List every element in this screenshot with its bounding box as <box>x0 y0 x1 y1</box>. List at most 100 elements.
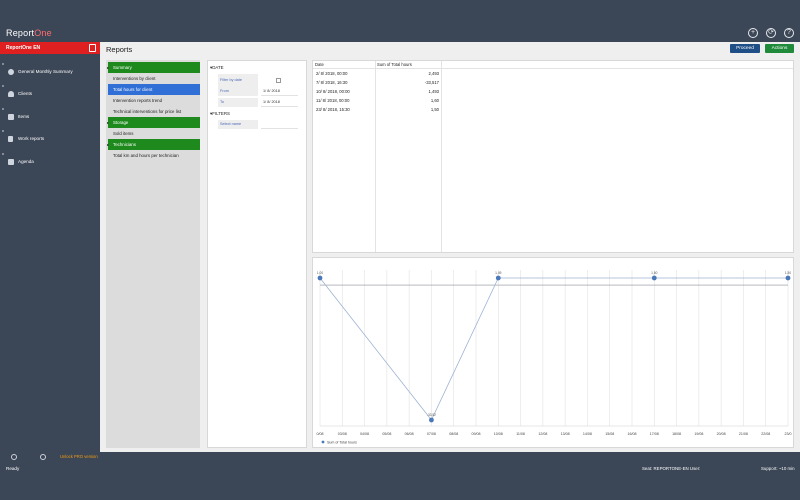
select-name-field[interactable] <box>261 120 298 129</box>
select-name-label: Select name <box>218 120 258 129</box>
sidebar-header[interactable]: ReportOne EN <box>0 42 100 54</box>
report-item-intervention-reports-trend[interactable]: Intervention reports trend <box>108 95 200 106</box>
report-group-label: Technicians <box>113 142 136 147</box>
from-row: From 1/ 8/ 2018 <box>218 87 298 96</box>
proceed-button[interactable]: Proceed <box>730 44 760 53</box>
column-header-date[interactable]: Date <box>315 62 324 67</box>
sidebar-item-general-monthly-summary[interactable]: General Monthly Summary <box>0 63 100 78</box>
report-item-label: Sold items <box>113 131 134 136</box>
sidebar-item-label: Clients <box>18 91 33 96</box>
report-group-label: Storage <box>113 120 129 125</box>
sidebar: ReportOne EN General Monthly Summary Cli… <box>0 42 100 452</box>
seat-info: Seat: REPORTONE-EN User: <box>642 466 701 471</box>
date-section-label: DATE <box>212 65 224 70</box>
data-point <box>495 275 501 281</box>
x-tick-label: 06/08 <box>405 432 414 436</box>
x-tick-label: 12/08 <box>538 432 547 436</box>
x-tick-label: 05/08 <box>382 432 391 436</box>
report-group-label: Summary <box>113 65 132 70</box>
status-text: Ready <box>6 466 20 471</box>
report-item-sold-items[interactable]: Sold items <box>108 128 200 139</box>
top-toolbar: + ⟳ ? <box>748 28 794 38</box>
x-tick-label: 23/0 <box>785 432 792 436</box>
data-label: 1,49 <box>495 271 501 275</box>
expand-caret-icon[interactable]: ▸ <box>107 62 109 73</box>
x-tick-label: 09/08 <box>472 432 481 436</box>
bullet-icon <box>2 63 4 65</box>
x-tick-label: 10/08 <box>494 432 503 436</box>
cell-date: 23/ 8/ 2018, 15:30 <box>316 107 350 112</box>
sidebar-item-label: Work reports <box>18 136 45 141</box>
table-row[interactable]: 2/ 8/ 2018, 00:00 2,493 <box>313 69 439 78</box>
data-point <box>785 275 791 281</box>
line-chart: 0/08 03/08 04/08 05/08 06/08 07/08 08/08 09/08 1… <box>317 270 792 445</box>
cell-value: 2,493 <box>428 71 439 76</box>
report-item-total-km-hours[interactable]: Total km and hours per technician <box>108 150 200 161</box>
table-row[interactable]: 10/ 8/ 2018, 00:00 1,493 <box>313 87 439 96</box>
sidebar-item-label: General Monthly Summary <box>18 69 73 74</box>
from-label: From <box>218 87 258 96</box>
x-tick-label: 19/08 <box>694 432 703 436</box>
sidebar-item-items[interactable]: Items <box>0 108 100 123</box>
report-group-summary[interactable]: ▸ Summary <box>107 62 200 73</box>
filter-by-date-row: Filter by date <box>218 74 298 87</box>
x-tick-label: 18/08 <box>672 432 681 436</box>
person-icon <box>8 91 14 97</box>
sidebar-item-label: Items <box>18 114 30 119</box>
actions-button[interactable]: Actions <box>765 44 794 53</box>
x-tick-label: 07/08 <box>427 432 436 436</box>
settings-icon[interactable] <box>11 454 17 460</box>
line-chart-panel: 0/08 03/08 04/08 05/08 06/08 07/08 08/08 09/08 1… <box>312 257 794 448</box>
filter-by-date-label: Filter by date <box>218 74 258 87</box>
filters-section-label: FILTERS <box>212 111 230 116</box>
report-item-technical-interventions[interactable]: Technical interventions for price list <box>108 106 200 117</box>
data-point <box>429 417 434 423</box>
compass-icon[interactable] <box>40 454 46 460</box>
report-group-storage[interactable]: ▸ Storage <box>107 117 200 128</box>
from-date-field[interactable]: 1/ 8/ 2018 <box>261 87 298 96</box>
x-tick-label: 17/08 <box>650 432 659 436</box>
report-item-label: Interventions by client <box>113 76 156 81</box>
filter-panel: ▾DATE Filter by date From 1/ 8/ 2018 To … <box>207 60 307 448</box>
select-name-row: Select name <box>218 120 298 129</box>
cell-date: 10/ 8/ 2018, 00:00 <box>316 89 350 94</box>
filter-by-date-checkbox[interactable] <box>276 78 281 83</box>
expand-caret-icon[interactable]: ▸ <box>107 139 109 150</box>
report-item-label: Total km and hours per technician <box>113 153 179 158</box>
data-point <box>651 275 657 281</box>
help-icon[interactable]: ? <box>784 28 794 38</box>
top-bar: ReportOne + ⟳ ? <box>0 0 800 42</box>
date-section-title[interactable]: ▾DATE <box>210 65 224 71</box>
legend-label: Sum of Total hours <box>327 441 357 445</box>
expand-caret-icon[interactable]: ▸ <box>107 117 109 128</box>
data-label: 1,60 <box>651 271 657 275</box>
column-divider <box>441 61 442 252</box>
add-circle-icon[interactable]: + <box>748 28 758 38</box>
bottom-bar: Unlock PRO version <box>0 452 800 462</box>
legend-swatch <box>321 440 325 444</box>
x-tick-label: 16/08 <box>628 432 637 436</box>
data-label: 1,00 <box>317 271 323 275</box>
cell-value: 1,60 <box>430 98 439 103</box>
x-tick-label: 22/08 <box>761 432 770 436</box>
sidebar-item-agenda[interactable]: Agenda <box>0 153 100 168</box>
table-row[interactable]: 11/ 8/ 2018, 00:00 1,60 <box>313 96 439 105</box>
cell-value: -33,517 <box>424 80 439 85</box>
unlock-pro-link[interactable]: Unlock PRO version <box>60 454 98 459</box>
cell-value: 1,493 <box>428 89 439 94</box>
report-item-interventions-by-client[interactable]: Interventions by client <box>108 73 200 84</box>
page-title: Reports <box>106 45 133 54</box>
table-row[interactable]: 7/ 8/ 2018, 16:30 -33,517 <box>313 78 439 87</box>
filters-section-title[interactable]: ▾FILTERS <box>210 111 230 117</box>
sidebar-item-clients[interactable]: Clients <box>0 85 100 100</box>
sync-icon[interactable]: ⟳ <box>766 28 776 38</box>
cell-date: 2/ 8/ 2018, 00:00 <box>316 71 348 76</box>
table-row[interactable]: 23/ 8/ 2018, 15:30 1,50 <box>313 105 439 114</box>
report-item-total-hours-for-client[interactable]: Total hours for client <box>108 84 200 95</box>
column-header-sum-total-hours[interactable]: Sum of Total hours <box>377 62 412 67</box>
copy-icon[interactable] <box>89 44 96 52</box>
sidebar-item-work-reports[interactable]: Work reports <box>0 130 100 145</box>
to-date-field[interactable]: 1/ 8/ 2018 <box>261 98 298 107</box>
report-group-technicians[interactable]: ▸ Technicians <box>107 139 200 150</box>
x-tick-label: 04/08 <box>360 432 369 436</box>
